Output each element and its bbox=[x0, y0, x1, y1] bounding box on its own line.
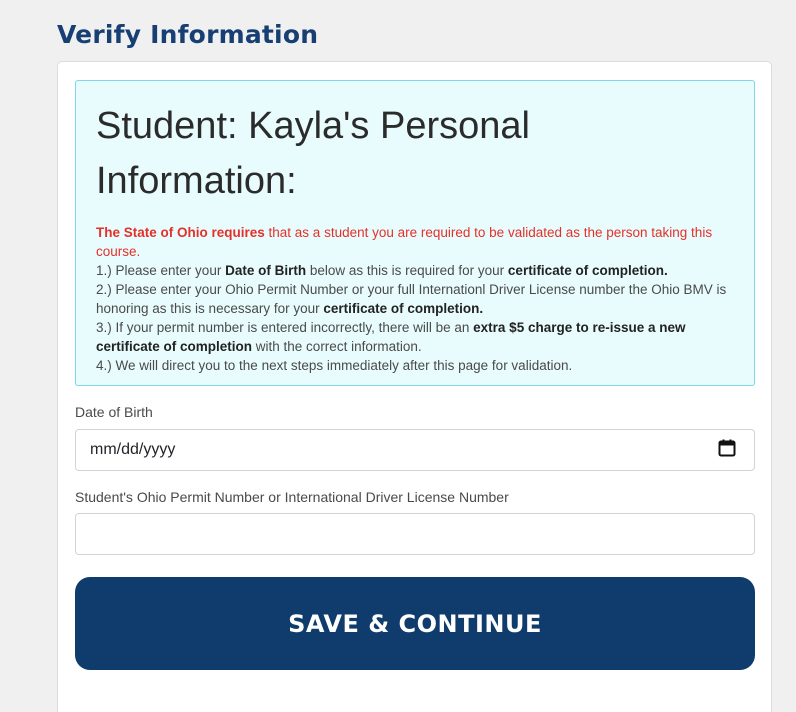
instruction-item-1-bold-cert: certificate of completion. bbox=[507, 263, 668, 278]
info-box: Student: Kayla's Personal Information: T… bbox=[75, 80, 755, 386]
instruction-item-4: 4.) We will direct you to the next steps… bbox=[96, 358, 573, 373]
info-title-line2: Information: bbox=[96, 160, 297, 202]
save-continue-button[interactable]: SAVE & CONTINUE bbox=[75, 577, 755, 670]
instruction-item-2-bold: certificate of completion. bbox=[323, 301, 484, 316]
instruction-item-3-post: with the correct information. bbox=[252, 339, 422, 354]
dob-label: Date of Birth bbox=[75, 404, 153, 420]
instruction-item-1-text: 1.) Please enter your bbox=[96, 263, 226, 278]
permit-label: Student's Ohio Permit Number or Internat… bbox=[75, 489, 509, 505]
dob-field[interactable]: mm/dd/yyyy bbox=[75, 429, 755, 471]
info-body: The State of Ohio requires that as a stu… bbox=[96, 223, 734, 375]
info-title: Student: Kayla's Personal Information: bbox=[96, 99, 734, 209]
state-requirement-bold: The State of Ohio requires bbox=[96, 225, 265, 240]
verify-card: Student: Kayla's Personal Information: T… bbox=[57, 61, 772, 712]
page-title: Verify Information bbox=[57, 20, 319, 49]
instruction-item-3: 3.) If your permit number is entered inc… bbox=[96, 318, 734, 356]
calendar-icon[interactable] bbox=[718, 439, 736, 462]
dob-placeholder: mm/dd/yyyy bbox=[90, 441, 176, 458]
permit-number-input[interactable] bbox=[75, 513, 755, 555]
instruction-item-1-mid: below as this is required for your bbox=[306, 263, 508, 278]
instruction-item-3-text: 3.) If your permit number is entered inc… bbox=[96, 320, 474, 335]
state-requirement: The State of Ohio requires that as a stu… bbox=[96, 223, 734, 261]
instruction-item-1-bold-dob: Date of Birth bbox=[225, 263, 307, 278]
instruction-item-1: 1.) Please enter your Date of Birth belo… bbox=[96, 261, 734, 280]
instruction-item-2: 2.) Please enter your Ohio Permit Number… bbox=[96, 280, 734, 318]
info-title-line1: Student: Kayla's Personal bbox=[96, 105, 530, 147]
